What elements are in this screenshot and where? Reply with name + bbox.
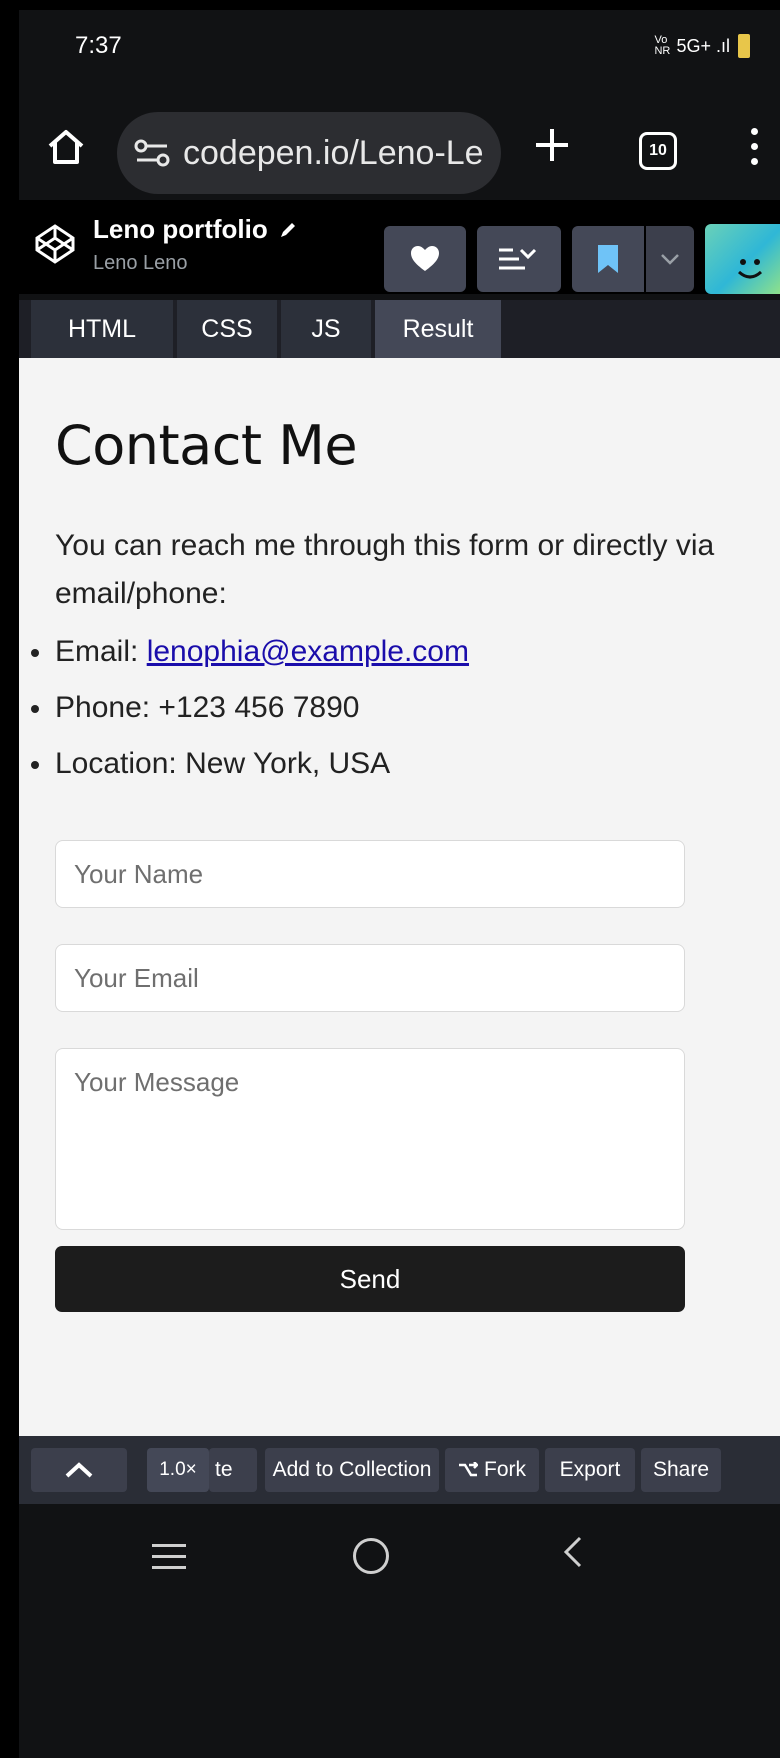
zoom-button[interactable]: 1.0× [147, 1448, 209, 1492]
contact-list: Email: lenophia@example.com Phone: +123 … [19, 624, 469, 792]
like-button[interactable] [384, 226, 466, 292]
user-avatar[interactable] [705, 224, 780, 294]
pen-author[interactable]: Leno Leno [93, 252, 188, 275]
fork-label: Fork [484, 1458, 526, 1481]
delete-button[interactable]: te [209, 1448, 257, 1492]
codepen-header: Leno portfolio Leno Leno [19, 200, 780, 294]
list-item-location: Location: New York, USA [19, 736, 469, 792]
send-button[interactable]: Send [55, 1246, 685, 1312]
tab-result[interactable]: Result [375, 300, 501, 358]
email-field[interactable] [55, 944, 685, 1012]
name-field[interactable] [55, 840, 685, 908]
browser-home-button[interactable] [45, 126, 87, 168]
status-time: 7:37 [75, 32, 122, 59]
chevron-down-icon [661, 254, 679, 265]
collapse-button[interactable] [31, 1448, 127, 1492]
share-button[interactable]: Share [641, 1448, 721, 1492]
home-nav-button[interactable] [353, 1538, 389, 1574]
tab-css[interactable]: CSS [177, 300, 277, 358]
status-indicators: Vo NR 5G+ .ıl [654, 34, 750, 58]
battery-icon [738, 34, 750, 58]
pen-title-text: Leno portfolio [93, 214, 268, 244]
tab-js[interactable]: JS [281, 300, 371, 358]
change-view-button[interactable] [477, 226, 561, 292]
site-settings-icon[interactable] [133, 138, 173, 168]
volte-indicator: Vo NR [654, 34, 671, 57]
page-heading: Contact Me [55, 414, 358, 477]
editor-tab-bar: HTML CSS JS Result [19, 300, 780, 358]
list-item-email: Email: lenophia@example.com [19, 624, 469, 680]
recents-icon-bar [152, 1566, 186, 1569]
add-to-collection-button[interactable]: Add to Collection [265, 1448, 439, 1492]
address-bar[interactable]: codepen.io/Leno-Le [117, 112, 501, 194]
menu-dot-icon [751, 128, 758, 135]
menu-dot-icon [751, 158, 758, 165]
bookmark-button[interactable] [572, 226, 644, 292]
plus-icon [536, 129, 568, 161]
tab-html[interactable]: HTML [31, 300, 173, 358]
pen-title[interactable]: Leno portfolio [93, 214, 298, 245]
message-field[interactable] [55, 1048, 685, 1230]
bookmark-icon [598, 245, 618, 273]
browser-toolbar: codepen.io/Leno-Le 10 [19, 80, 780, 200]
status-bar: 7:37 Vo NR 5G+ .ıl [19, 10, 780, 80]
url-text: codepen.io/Leno-Le [183, 133, 484, 172]
back-icon [563, 1536, 582, 1568]
recents-icon-bar [152, 1555, 186, 1558]
recents-button[interactable] [152, 1544, 186, 1577]
recents-icon [152, 1544, 186, 1547]
new-tab-button[interactable] [534, 124, 570, 172]
result-pane: Contact Me You can reach me through this… [19, 358, 780, 1436]
heart-icon [411, 246, 439, 271]
signal-indicator: 5G+ .ıl [676, 35, 730, 56]
smiley-icon [737, 259, 763, 279]
layout-icon [499, 248, 537, 270]
home-icon [48, 130, 84, 164]
codepen-logo-icon[interactable] [33, 222, 77, 271]
email-label: Email: [55, 635, 147, 668]
menu-dot-icon [751, 143, 758, 150]
list-item-phone: Phone: +123 456 7890 [19, 680, 469, 736]
pencil-icon[interactable] [278, 220, 298, 240]
browser-menu-button[interactable] [751, 128, 758, 173]
export-button[interactable]: Export [545, 1448, 635, 1492]
system-navigation-bar [19, 1504, 780, 1758]
bookmark-dropdown-button[interactable] [646, 226, 694, 292]
email-link[interactable]: lenophia@example.com [147, 635, 469, 668]
chevron-up-icon [65, 1462, 93, 1478]
tab-switcher-button[interactable]: 10 [639, 132, 677, 170]
back-nav-button[interactable] [562, 1534, 584, 1580]
fork-icon [459, 1462, 478, 1477]
fork-button[interactable]: Fork [445, 1448, 539, 1492]
phone-screen: 7:37 Vo NR 5G+ .ıl codepen.io/Leno-Le 10… [19, 10, 780, 1758]
bottom-toolbar: te 1.0× Add to Collection Fork Export Sh… [19, 1436, 780, 1504]
intro-text: You can reach me through this form or di… [55, 529, 715, 610]
